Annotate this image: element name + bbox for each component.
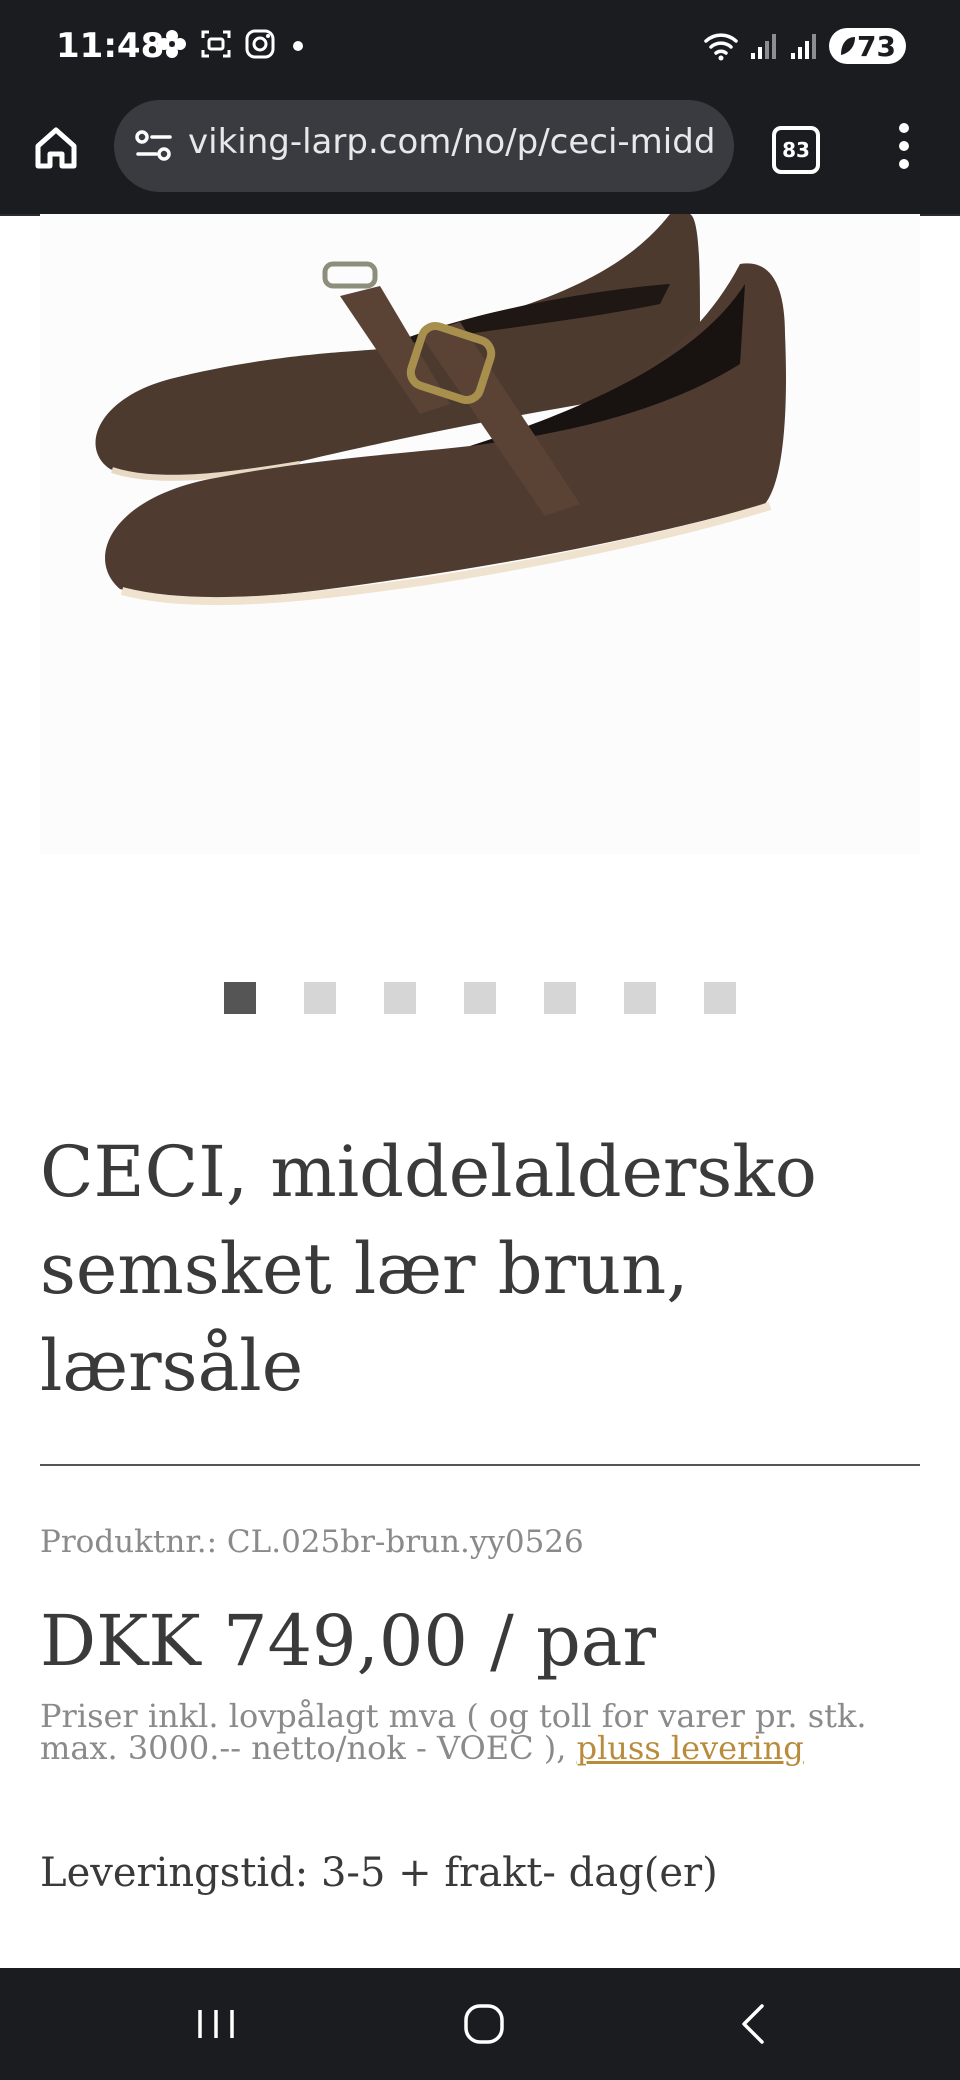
status-bar: 11:48 73 bbox=[0, 0, 960, 100]
delivery-time: Leveringstid: 3-5 + frakt- dag(er) bbox=[40, 1850, 718, 1896]
signal-icon bbox=[791, 34, 817, 59]
carousel-dot[interactable] bbox=[304, 982, 336, 1014]
wifi-icon bbox=[704, 33, 738, 61]
product-title: CECI, middelaldersko semsket lær brun, l… bbox=[40, 1131, 817, 1407]
product-number: Produktnr.: CL.025br-brun.yy0526 bbox=[40, 1524, 584, 1560]
image-carousel-dots bbox=[0, 982, 960, 1014]
notification-icons bbox=[156, 28, 308, 60]
carousel-dot[interactable] bbox=[544, 982, 576, 1014]
shipping-link[interactable]: pluss levering bbox=[577, 1729, 804, 1767]
back-icon[interactable] bbox=[724, 1998, 784, 2050]
product-image[interactable] bbox=[40, 214, 920, 854]
pinwheel-icon bbox=[158, 30, 186, 58]
leaf-icon bbox=[841, 37, 856, 55]
site-settings-icon[interactable] bbox=[134, 126, 174, 166]
battery-level: 73 bbox=[857, 29, 896, 63]
status-time: 11:48 bbox=[56, 26, 165, 66]
home-icon[interactable] bbox=[30, 122, 82, 174]
divider bbox=[40, 1464, 920, 1466]
carousel-dot[interactable] bbox=[624, 982, 656, 1014]
home-nav-icon[interactable] bbox=[454, 1998, 514, 2050]
product-price: DKK 749,00 / par bbox=[40, 1600, 656, 1682]
carousel-dot[interactable] bbox=[384, 982, 416, 1014]
carousel-dot[interactable] bbox=[704, 982, 736, 1014]
instagram-icon bbox=[245, 29, 275, 59]
battery-indicator: 73 bbox=[829, 28, 906, 64]
tab-switcher-button[interactable]: 83 bbox=[772, 126, 820, 174]
address-bar[interactable]: viking-larp.com/no/p/ceci-midd bbox=[114, 100, 734, 192]
browser-toolbar: viking-larp.com/no/p/ceci-midd 83 bbox=[0, 100, 960, 216]
url-text[interactable]: viking-larp.com/no/p/ceci-midd bbox=[188, 122, 728, 162]
signal-icon bbox=[751, 34, 777, 59]
tax-note: Priser inkl. lovpålagt mva ( og toll for… bbox=[40, 1700, 930, 1764]
system-nav-bar bbox=[0, 1968, 960, 2080]
carousel-dot[interactable] bbox=[464, 982, 496, 1014]
dot-icon bbox=[293, 41, 303, 51]
carousel-dot[interactable] bbox=[224, 982, 256, 1014]
more-options-icon[interactable] bbox=[884, 118, 924, 174]
recent-apps-icon[interactable] bbox=[186, 1998, 246, 2050]
screenshot-icon bbox=[201, 30, 231, 58]
